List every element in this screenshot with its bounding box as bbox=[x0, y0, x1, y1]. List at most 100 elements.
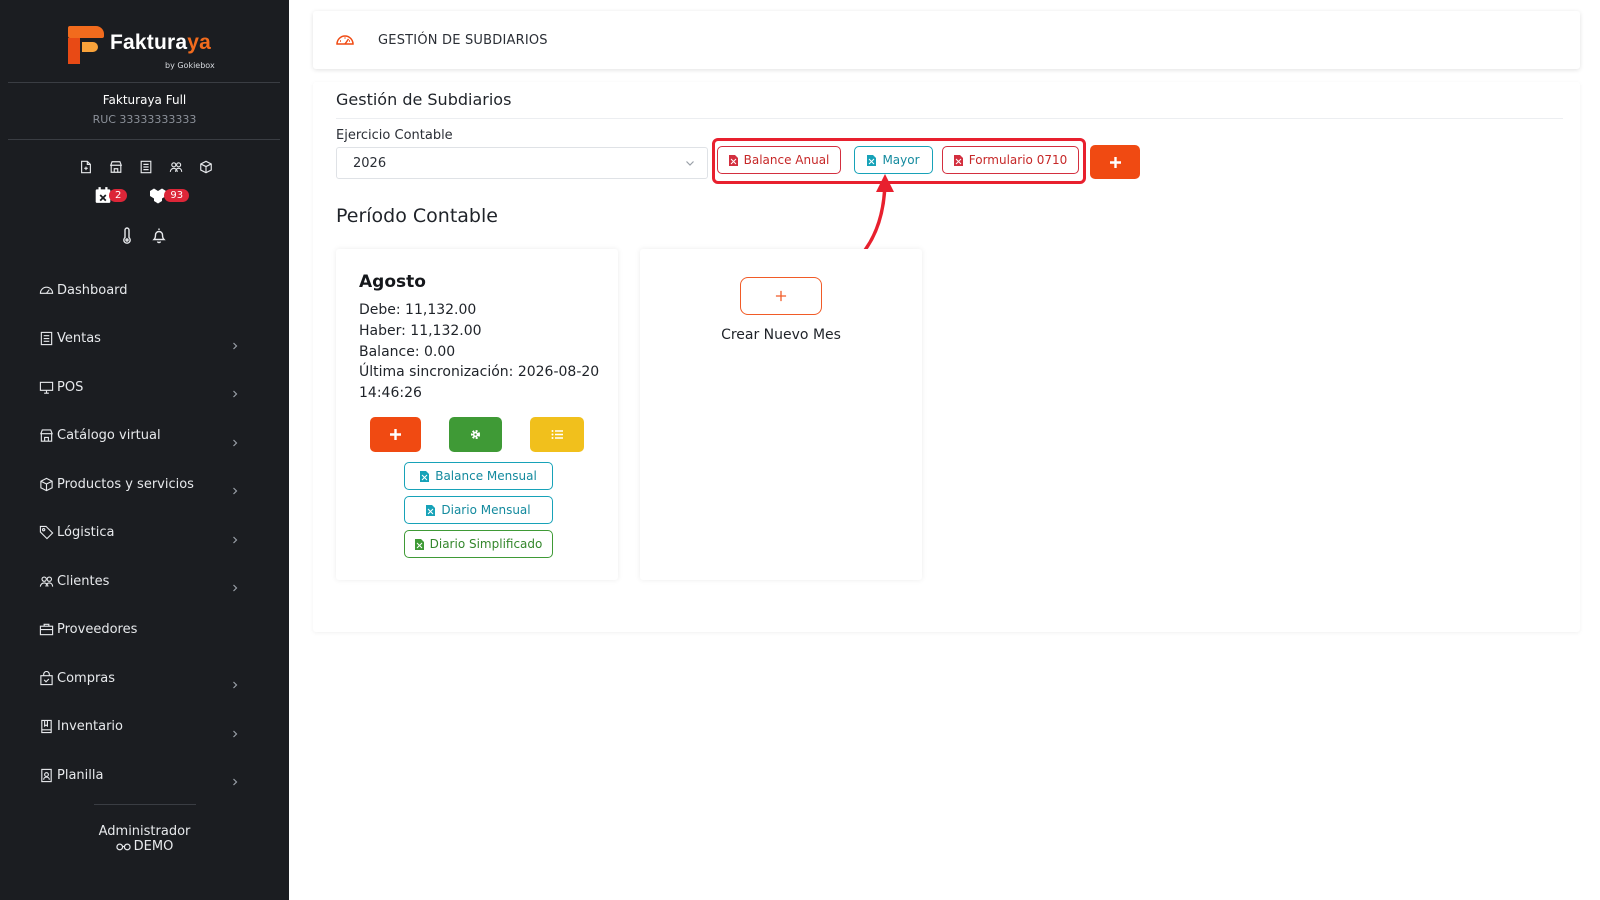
user-name[interactable]: DEMO bbox=[0, 839, 289, 854]
receipt-icon bbox=[39, 331, 54, 346]
sidebar-item-planilla[interactable]: Planilla bbox=[0, 751, 289, 800]
sidebar-item-label: Lógistica bbox=[57, 525, 115, 541]
sidebar-item-label: Proveedores bbox=[57, 622, 138, 638]
chevron-right-icon bbox=[231, 771, 239, 786]
sidebar-item-label: Compras bbox=[57, 670, 116, 686]
chevron-right-icon bbox=[231, 674, 239, 689]
section-heading: Gestión de Subdiarios bbox=[336, 90, 512, 109]
sidebar-item-label: Productos y servicios bbox=[57, 476, 194, 492]
quick-actions bbox=[76, 157, 216, 177]
ejercicio-label: Ejercicio Contable bbox=[336, 128, 453, 143]
gauge-icon bbox=[336, 35, 354, 45]
receipt-icon[interactable] bbox=[136, 157, 156, 177]
ejercicio-value: 2026 bbox=[353, 155, 387, 171]
sidebar-item-dashboard[interactable]: Dashboard bbox=[0, 266, 289, 315]
brand-byline: by Gokiebox bbox=[165, 61, 215, 70]
stock-badge[interactable]: 93 bbox=[149, 186, 190, 204]
utility-icons bbox=[119, 227, 167, 248]
settings-button[interactable] bbox=[449, 417, 502, 452]
sidebar-item-label: POS bbox=[57, 379, 84, 395]
sidebar-item-label: Ventas bbox=[57, 331, 101, 347]
users-icon[interactable] bbox=[166, 157, 186, 177]
gear-icon bbox=[470, 429, 481, 440]
file-plus-icon[interactable] bbox=[76, 157, 96, 177]
chevron-right-icon bbox=[231, 383, 239, 398]
month-balance: Balance: 0.00 bbox=[359, 344, 456, 360]
plus-icon bbox=[390, 429, 401, 440]
sidebar-item-inventario[interactable]: Inventario bbox=[0, 703, 289, 752]
company-ruc: RUC 33333333333 bbox=[92, 113, 197, 126]
sidebar-divider bbox=[94, 804, 196, 805]
sidebar-item-pos[interactable]: POS bbox=[0, 363, 289, 412]
sidebar-item-logistica[interactable]: Lógistica bbox=[0, 509, 289, 558]
sidebar-item-label: Dashboard bbox=[57, 282, 128, 298]
chevron-right-icon bbox=[231, 577, 239, 592]
users-icon bbox=[39, 574, 54, 589]
box-icon[interactable] bbox=[196, 157, 216, 177]
plus-icon bbox=[1109, 156, 1121, 168]
add-asiento-button[interactable] bbox=[370, 417, 421, 452]
sidebar-item-ventas[interactable]: Ventas bbox=[0, 315, 289, 364]
file-excel-icon bbox=[420, 470, 430, 482]
stock-count-badge: 93 bbox=[164, 188, 190, 202]
diario-mensual-label: Diario Mensual bbox=[441, 503, 531, 517]
subdiarios-card: Gestión de Subdiarios Ejercicio Contable… bbox=[313, 82, 1580, 632]
expired-calendar-badge[interactable]: 2 bbox=[94, 186, 128, 204]
create-month-button[interactable] bbox=[740, 277, 822, 315]
monitor-icon bbox=[39, 380, 54, 395]
sidebar: Fakturaya by Gokiebox Fakturaya Full RUC… bbox=[0, 0, 289, 900]
chevron-right-icon bbox=[231, 529, 239, 544]
page-header: GESTIÓN DE SUBDIARIOS bbox=[313, 11, 1580, 69]
id-badge-icon bbox=[39, 768, 54, 783]
divider bbox=[336, 118, 1563, 119]
company-name: Fakturaya Full bbox=[102, 93, 187, 107]
brand-name: Fakturaya bbox=[110, 31, 211, 55]
diario-simplificado-label: Diario Simplificado bbox=[429, 537, 543, 551]
sidebar-item-label: Inventario bbox=[57, 719, 123, 735]
glasses-icon bbox=[115, 843, 131, 851]
sidebar-item-productos[interactable]: Productos y servicios bbox=[0, 460, 289, 509]
tag-icon bbox=[39, 525, 54, 540]
store-icon[interactable] bbox=[106, 157, 126, 177]
chevron-right-icon bbox=[231, 723, 239, 738]
sidebar-divider bbox=[8, 82, 280, 83]
balance-mensual-button[interactable]: Balance Mensual bbox=[404, 462, 553, 490]
notification-badges: 2 93 bbox=[94, 186, 190, 204]
add-ejercicio-button[interactable] bbox=[1090, 145, 1140, 179]
box-icon bbox=[39, 477, 54, 492]
month-sync-time: 14:46:26 bbox=[359, 385, 422, 401]
file-excel-icon bbox=[414, 538, 424, 550]
diario-mensual-button[interactable]: Diario Mensual bbox=[404, 496, 553, 524]
brand-logo[interactable]: Fakturaya bbox=[68, 26, 211, 64]
diario-simplificado-button[interactable]: Diario Simplificado bbox=[404, 530, 553, 558]
plus-icon bbox=[775, 290, 787, 302]
thermometer-icon[interactable] bbox=[119, 227, 135, 248]
list-button[interactable] bbox=[530, 417, 584, 452]
chevron-right-icon bbox=[231, 480, 239, 495]
book-icon bbox=[39, 719, 54, 734]
month-name: Agosto bbox=[359, 272, 426, 292]
sidebar-item-compras[interactable]: Compras bbox=[0, 654, 289, 703]
sidebar-menu: Dashboard Ventas POS Catálogo virtual Pr… bbox=[0, 266, 289, 800]
sidebar-item-label: Catálogo virtual bbox=[57, 428, 161, 444]
chevron-right-icon bbox=[231, 432, 239, 447]
user-name-text: DEMO bbox=[133, 839, 174, 854]
sidebar-item-clientes[interactable]: Clientes bbox=[0, 557, 289, 606]
briefcase-icon bbox=[39, 622, 54, 637]
month-debe: Debe: 11,132.00 bbox=[359, 302, 477, 318]
file-excel-icon bbox=[426, 504, 436, 516]
balance-mensual-label: Balance Mensual bbox=[435, 469, 537, 483]
chevron-down-icon bbox=[686, 161, 694, 166]
sidebar-item-proveedores[interactable]: Proveedores bbox=[0, 606, 289, 655]
chevron-right-icon bbox=[231, 335, 239, 350]
sidebar-item-catalogo[interactable]: Catálogo virtual bbox=[0, 412, 289, 461]
page-title: GESTIÓN DE SUBDIARIOS bbox=[378, 32, 548, 48]
calendar-count-badge: 2 bbox=[109, 188, 128, 202]
store-icon bbox=[39, 428, 54, 443]
bell-icon[interactable] bbox=[151, 227, 167, 248]
period-title: Período Contable bbox=[336, 205, 498, 227]
logo-mark-icon bbox=[68, 26, 104, 64]
month-haber: Haber: 11,132.00 bbox=[359, 323, 482, 339]
ejercicio-select[interactable]: 2026 bbox=[336, 147, 708, 179]
brand-name-accent: ya bbox=[187, 31, 212, 54]
